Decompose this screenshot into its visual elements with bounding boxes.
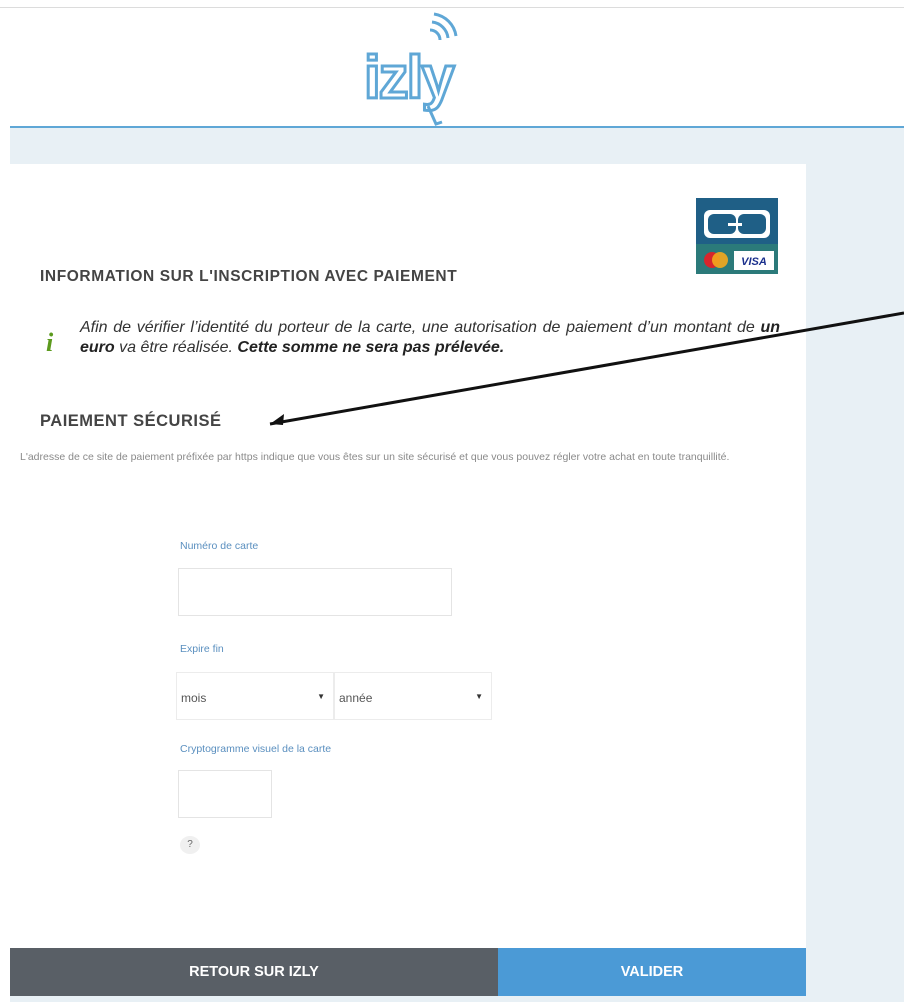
month-selected-value: mois <box>181 691 207 705</box>
year-selected-value: année <box>339 691 373 705</box>
dropdown-arrow-icon: ▼ <box>317 692 325 701</box>
info-icon: i <box>46 328 54 357</box>
validate-button[interactable]: VALIDER <box>498 948 806 996</box>
registration-title: INFORMATION SUR L'INSCRIPTION AVEC PAIEM… <box>40 268 458 285</box>
info-text-part: va être réalisée. <box>114 339 238 356</box>
help-icon[interactable]: ? <box>180 836 200 854</box>
payment-cards-logo: VISA <box>696 198 778 274</box>
visa-label: VISA <box>741 256 767 268</box>
card-number-label: Numéro de carte <box>180 540 259 552</box>
expiry-year-select[interactable]: année ▼ <box>334 672 492 720</box>
cvv-input[interactable] <box>178 770 272 818</box>
dropdown-arrow-icon: ▼ <box>475 692 483 701</box>
info-message: Afin de vérifier l’identité du porteur d… <box>80 318 780 358</box>
info-not-charged: Cette somme ne sera pas prélevée. <box>237 339 505 356</box>
logo-text: izly <box>364 44 455 111</box>
expiry-label: Expire fin <box>180 643 224 655</box>
secure-payment-title: PAIEMENT SÉCURISÉ <box>40 412 222 430</box>
info-text-part: Afin de vérifier l’identité du porteur d… <box>80 319 761 336</box>
back-to-izly-button[interactable]: RETOUR SUR IZLY <box>10 948 498 996</box>
secure-description: L'adresse de ce site de paiement préfixé… <box>20 451 730 463</box>
expiry-month-select[interactable]: mois ▼ <box>176 672 334 720</box>
cvv-label: Cryptogramme visuel de la carte <box>180 743 332 755</box>
card-number-input[interactable] <box>178 568 452 616</box>
izly-logo: izly <box>360 12 459 126</box>
